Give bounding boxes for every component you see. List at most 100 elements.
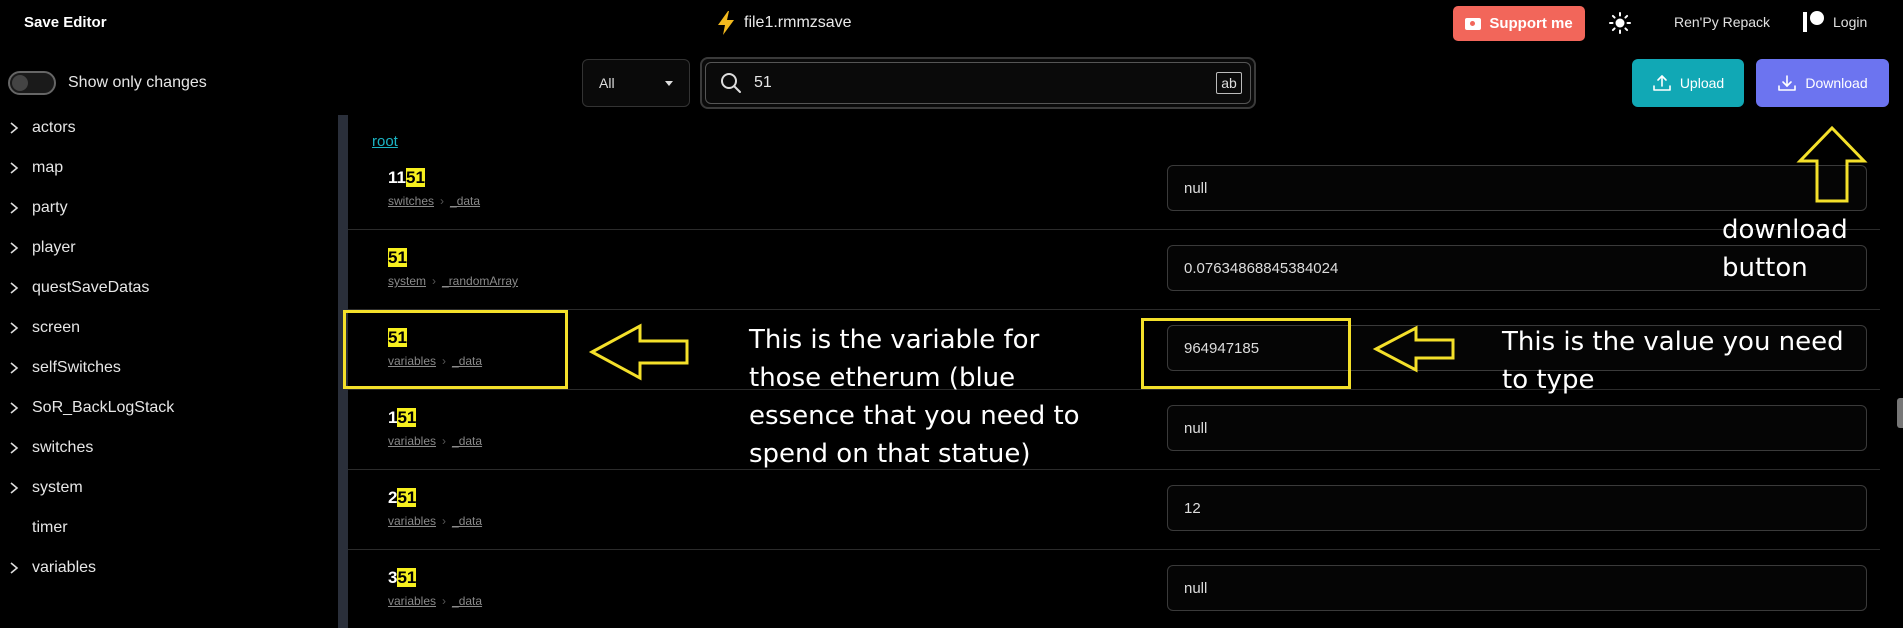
download-label: Download — [1805, 75, 1868, 91]
breadcrumb-separator-icon: › — [442, 594, 447, 608]
sidebar-item-screen[interactable]: screen — [0, 315, 330, 341]
chevron-right-icon — [10, 122, 19, 134]
filter-value: All — [599, 75, 615, 91]
search-box: ab — [700, 57, 1256, 109]
filter-dropdown[interactable]: All — [582, 59, 690, 107]
upload-icon — [1653, 75, 1671, 91]
sidebar-item-label: timer — [32, 519, 68, 536]
breadcrumb-separator-icon: › — [432, 274, 437, 288]
annotation-arrow-left-icon — [588, 323, 689, 381]
path-segment-link[interactable]: _data — [452, 434, 482, 448]
value-input[interactable] — [1167, 405, 1867, 451]
upload-button[interactable]: Upload — [1632, 59, 1744, 107]
sidebar-item-label: variables — [32, 559, 97, 576]
sidebar-item-questsavedatas[interactable]: questSaveDatas — [0, 275, 330, 301]
key-match-highlight: 51 — [405, 168, 425, 187]
annotation-arrow-left-icon-2 — [1372, 325, 1455, 373]
path-segment-link[interactable]: _data — [452, 514, 482, 528]
breadcrumb-root[interactable]: root — [372, 133, 398, 150]
search-input[interactable] — [754, 72, 1174, 94]
sidebar-item-timer[interactable]: timer — [0, 515, 330, 541]
login-button[interactable]: Login — [1803, 11, 1867, 33]
show-only-changes-toggle[interactable] — [8, 71, 56, 95]
coffee-cup-icon — [1465, 17, 1482, 30]
result-key: 51 — [388, 248, 407, 268]
result-key: 351 — [388, 568, 417, 588]
path-segment-link[interactable]: _data — [450, 194, 480, 208]
breadcrumb-separator-icon: › — [440, 194, 445, 208]
download-button[interactable]: Download — [1756, 59, 1889, 107]
sidebar-item-actors[interactable]: actors — [0, 115, 330, 141]
key-match-highlight: 51 — [388, 248, 407, 267]
sidebar-item-label: system — [32, 479, 83, 496]
sidebar-item-label: actors — [32, 119, 76, 136]
chevron-right-icon — [10, 202, 19, 214]
sidebar-item-label: SoR_BackLogStack — [32, 399, 175, 416]
sidebar-item-selfswitches[interactable]: selfSwitches — [0, 355, 330, 381]
chevron-right-icon — [10, 362, 19, 374]
path-segment-link[interactable]: _randomArray — [442, 274, 518, 288]
login-label: Login — [1833, 14, 1868, 30]
result-path-breadcrumb: switches › _data — [388, 194, 480, 208]
chevron-right-icon — [10, 482, 19, 494]
path-segment-link[interactable]: system — [388, 274, 426, 288]
chevron-right-icon — [10, 442, 19, 454]
result-row: 351 variables › _data — [348, 550, 1880, 628]
path-segment-link[interactable]: variables — [388, 514, 436, 528]
result-key: 251 — [388, 488, 417, 508]
file-title: file1.rmmzsave — [716, 11, 852, 35]
result-row: 51 system › _randomArray — [348, 230, 1880, 310]
sidebar-item-map[interactable]: map — [0, 155, 330, 181]
path-segment-link[interactable]: switches — [388, 194, 434, 208]
sidebar-item-player[interactable]: player — [0, 235, 330, 261]
path-segment-link[interactable]: variables — [388, 594, 436, 608]
value-input[interactable] — [1167, 485, 1867, 531]
annotation-value-note: This is the value you need to type — [1502, 327, 1844, 395]
key-match-highlight: 51 — [397, 488, 417, 507]
sidebar-item-switches[interactable]: switches — [0, 435, 330, 461]
search-icon — [721, 73, 741, 93]
app-title: Save Editor — [24, 14, 107, 31]
sidebar-item-label: selfSwitches — [32, 359, 121, 376]
chevron-right-icon — [10, 242, 19, 254]
key-match-highlight: 51 — [397, 408, 417, 427]
sidebar-item-system[interactable]: system — [0, 475, 330, 501]
match-case-toggle[interactable]: ab — [1216, 72, 1242, 94]
sidebar-item-label: party — [32, 199, 68, 216]
download-icon — [1778, 75, 1797, 91]
breadcrumb-separator-icon: › — [442, 514, 447, 528]
sidebar-item-party[interactable]: party — [0, 195, 330, 221]
result-key: 1151 — [388, 168, 425, 188]
sidebar-item-label: screen — [32, 319, 81, 336]
chevron-right-icon — [10, 162, 19, 174]
result-path-breadcrumb: variables › _data — [388, 434, 482, 448]
chevron-right-icon — [10, 402, 19, 414]
toggle-knob — [12, 75, 28, 91]
result-key: 151 — [388, 408, 417, 428]
value-input[interactable] — [1167, 165, 1867, 211]
key-prefix: 11 — [388, 168, 406, 187]
sidebar-item-label: switches — [32, 439, 94, 456]
patreon-icon — [1803, 11, 1825, 33]
breadcrumb-separator-icon: › — [442, 434, 447, 448]
scrollbar-handle[interactable] — [1897, 398, 1903, 428]
renpy-repack-link[interactable]: Ren'Py Repack — [1674, 14, 1770, 30]
value-input[interactable] — [1167, 565, 1867, 611]
chevron-down-icon — [665, 81, 673, 86]
path-segment-link[interactable]: _data — [452, 594, 482, 608]
sidebar-item-variables[interactable]: variables — [0, 555, 330, 581]
show-only-changes-label: Show only changes — [68, 74, 207, 91]
top-bar: Save Editor file1.rmmzsave Support me Re… — [0, 0, 1903, 46]
support-label: Support me — [1489, 15, 1573, 32]
result-path-breadcrumb: variables › _data — [388, 514, 482, 528]
sidebar-item-sor-backlogstack[interactable]: SoR_BackLogStack — [0, 395, 330, 421]
sidebar-item-label: map — [32, 159, 64, 176]
chevron-right-icon — [10, 322, 19, 334]
support-me-button[interactable]: Support me — [1453, 6, 1585, 41]
path-segment-link[interactable]: variables — [388, 434, 436, 448]
key-match-highlight: 51 — [397, 568, 417, 587]
annotation-variable-box — [343, 310, 568, 389]
theme-toggle-sun-icon[interactable] — [1609, 12, 1631, 34]
annotation-variable-note: This is the variable for those etherum (… — [749, 325, 1080, 469]
chevron-right-icon — [10, 562, 19, 574]
